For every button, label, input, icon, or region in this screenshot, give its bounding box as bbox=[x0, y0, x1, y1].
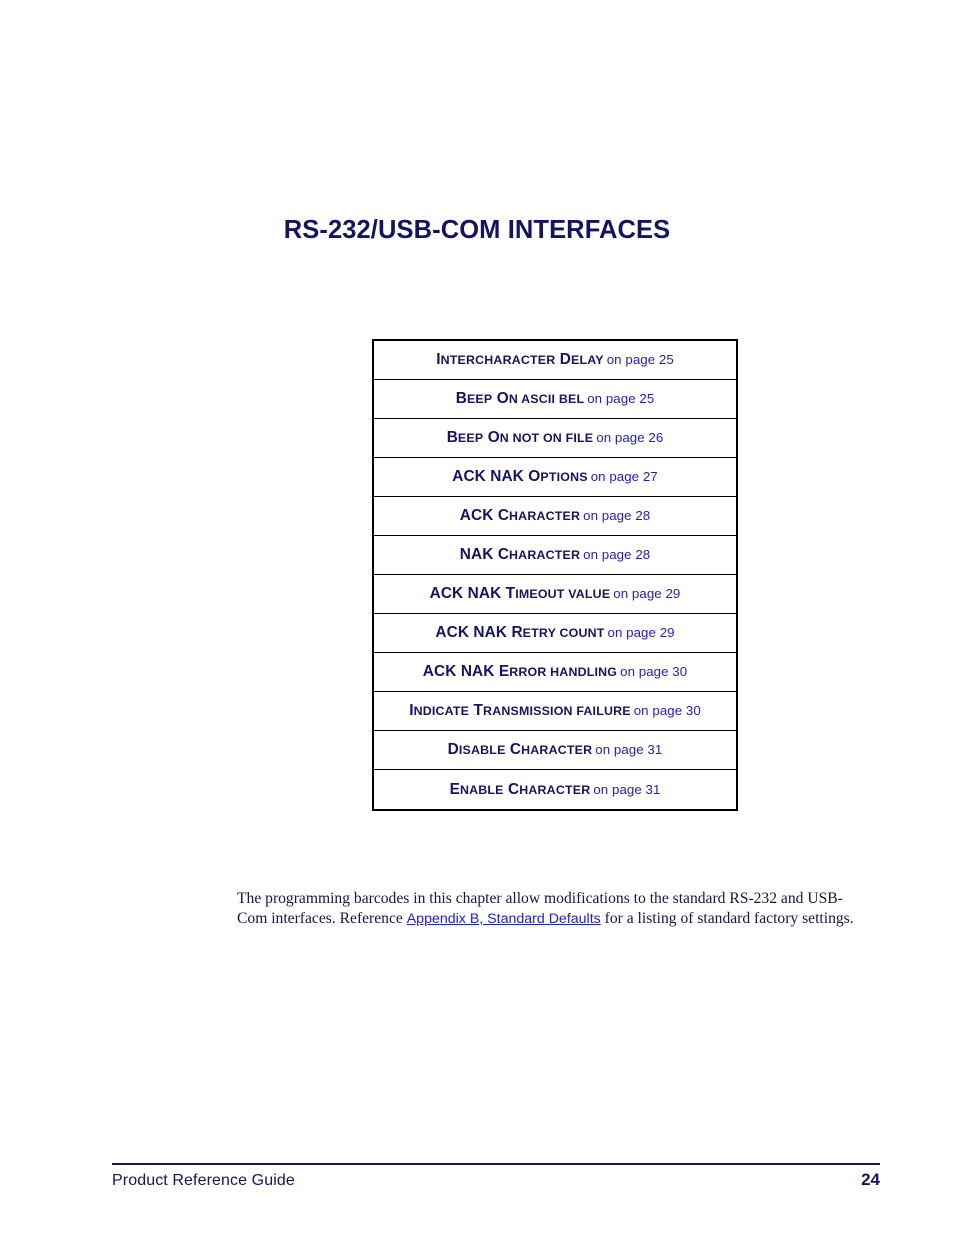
xref-page-ref: on page 30 bbox=[633, 703, 701, 718]
cross-reference-link[interactable]: ENABLE CHARACTER on page 31 bbox=[449, 780, 661, 798]
xref-page-ref: on page 28 bbox=[583, 547, 651, 562]
page-title: RS-232/USB-COM INTERFACES bbox=[283, 216, 671, 244]
table-row[interactable]: ACK NAK OPTIONS on page 27 bbox=[374, 458, 736, 497]
xref-page-ref: on page 31 bbox=[595, 742, 663, 757]
cross-reference-link[interactable]: NAK CHARACTER on page 28 bbox=[460, 547, 650, 563]
cross-reference-link[interactable]: BEEP ON NOT ON FILE on page 26 bbox=[447, 430, 664, 446]
paragraph-text-after: for a listing of standard factory settin… bbox=[600, 910, 854, 928]
table-row[interactable]: BEEP ON NOT ON FILE on page 26 bbox=[374, 419, 736, 458]
xref-label: ACK NAK OPTIONS bbox=[452, 468, 588, 485]
xref-label: ENABLE CHARACTER bbox=[449, 780, 591, 798]
footer-guide-label: Product Reference Guide bbox=[112, 1172, 295, 1189]
xref-page-ref: on page 25 bbox=[587, 391, 655, 406]
table-row[interactable]: DISABLE CHARACTER on page 31 bbox=[374, 731, 736, 770]
table-row[interactable]: BEEP ON ASCII BEL on page 25 bbox=[374, 380, 736, 419]
xref-page-ref: on page 29 bbox=[607, 625, 675, 640]
table-row[interactable]: ACK NAK TIMEOUT VALUE on page 29 bbox=[374, 575, 736, 614]
xref-label: ACK CHARACTER bbox=[459, 507, 581, 524]
xref-label: ACK NAK ERROR HANDLING bbox=[422, 663, 618, 680]
xref-label: DISABLE CHARACTER bbox=[447, 741, 593, 758]
xref-label: ACK NAK TIMEOUT VALUE bbox=[429, 585, 611, 602]
xref-label: INDICATE TRANSMISSION FAILURE bbox=[409, 702, 631, 719]
xref-page-ref: on page 28 bbox=[583, 508, 651, 523]
table-row[interactable]: NAK CHARACTER on page 28 bbox=[374, 536, 736, 575]
cross-reference-link[interactable]: BEEP ON ASCII BEL on page 25 bbox=[456, 391, 655, 407]
xref-page-ref: on page 26 bbox=[596, 430, 664, 445]
cross-reference-link[interactable]: ACK NAK OPTIONS on page 27 bbox=[452, 469, 658, 485]
cross-reference-link[interactable]: INDICATE TRANSMISSION FAILURE on page 30 bbox=[409, 703, 701, 719]
table-row[interactable]: INDICATE TRANSMISSION FAILURE on page 30 bbox=[374, 692, 736, 731]
cross-reference-link[interactable]: DISABLE CHARACTER on page 31 bbox=[448, 742, 663, 758]
cross-reference-link[interactable]: ACK NAK ERROR HANDLING on page 30 bbox=[423, 664, 687, 680]
xref-label: ACK NAK RETRY COUNT bbox=[435, 624, 605, 641]
cross-reference-link[interactable]: ACK CHARACTER on page 28 bbox=[460, 508, 650, 524]
xref-label: NAK CHARACTER bbox=[459, 546, 581, 563]
cross-reference-table: INTERCHARACTER DELAY on page 25 BEEP ON A… bbox=[372, 339, 738, 811]
footer-divider bbox=[112, 1163, 880, 1165]
cross-reference-link[interactable]: ACK NAK RETRY COUNT on page 29 bbox=[435, 625, 674, 641]
xref-label: BEEP ON NOT ON FILE bbox=[446, 429, 594, 446]
table-row[interactable]: ENABLE CHARACTER on page 31 bbox=[374, 770, 736, 809]
xref-page-ref: on page 27 bbox=[590, 469, 658, 484]
xref-label: BEEP ON ASCII BEL bbox=[455, 390, 585, 407]
intro-paragraph: The programming barcodes in this chapter… bbox=[237, 889, 857, 930]
xref-page-ref: on page 29 bbox=[613, 586, 681, 601]
footer-page-number: 24 bbox=[861, 1170, 880, 1189]
table-row[interactable]: ACK NAK RETRY COUNT on page 29 bbox=[374, 614, 736, 653]
appendix-b-link[interactable]: Appendix B, Standard Defaults bbox=[407, 911, 601, 927]
cross-reference-link[interactable]: ACK NAK TIMEOUT VALUE on page 29 bbox=[430, 586, 681, 602]
cross-reference-link[interactable]: INTERCHARACTER DELAY on page 25 bbox=[436, 352, 674, 368]
xref-page-ref: on page 31 bbox=[593, 781, 661, 797]
table-row[interactable]: INTERCHARACTER DELAY on page 25 bbox=[374, 341, 736, 380]
xref-page-ref: on page 25 bbox=[606, 352, 674, 367]
table-row[interactable]: ACK CHARACTER on page 28 bbox=[374, 497, 736, 536]
xref-label: INTERCHARACTER DELAY bbox=[436, 351, 604, 368]
table-row[interactable]: ACK NAK ERROR HANDLING on page 30 bbox=[374, 653, 736, 692]
xref-page-ref: on page 30 bbox=[620, 664, 688, 679]
